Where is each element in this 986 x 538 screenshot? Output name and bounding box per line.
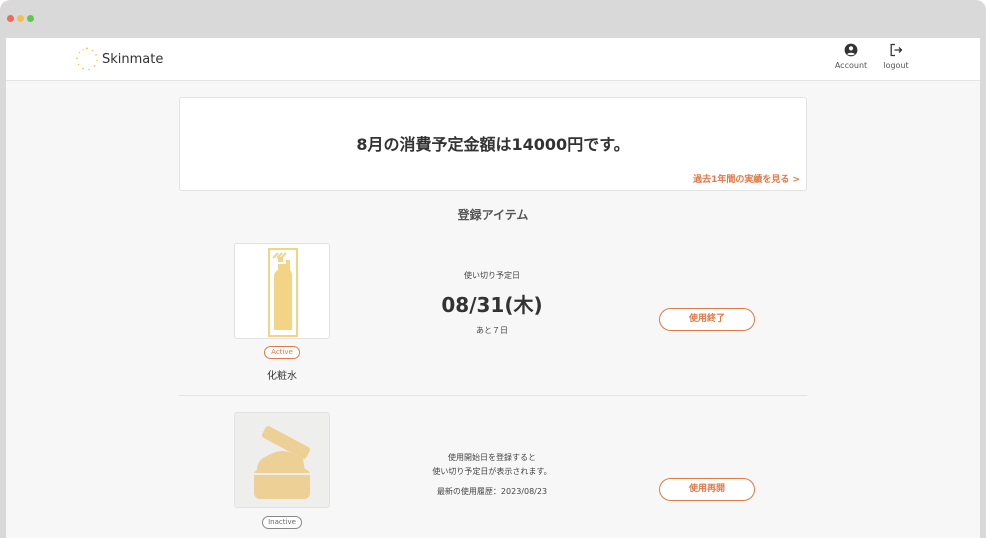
lotion-bottle-icon xyxy=(268,248,298,337)
history-link[interactable]: 過去1年間の実績を見る > xyxy=(693,172,800,185)
brand[interactable]: Skinmate xyxy=(74,46,163,72)
due-date-label: 使い切り予定日 xyxy=(464,271,520,280)
account-icon xyxy=(844,43,858,57)
logout-icon xyxy=(890,43,903,57)
item-divider xyxy=(179,395,807,396)
item-thumbnail-cream[interactable] xyxy=(234,412,330,508)
logout-label: logout xyxy=(883,61,909,70)
item-due-info: 使い切り予定日 08/31(木) あと７日 xyxy=(367,263,617,343)
window-controls xyxy=(7,15,34,22)
browser-window: Skinmate Account logout 8月の消費予定金額は14000円… xyxy=(0,0,986,538)
close-window-button[interactable] xyxy=(7,15,14,22)
account-nav[interactable]: Account xyxy=(831,43,871,70)
status-badge-inactive: Inactive xyxy=(262,516,302,529)
minimize-window-button[interactable] xyxy=(17,15,24,22)
end-use-button[interactable]: 使用終了 xyxy=(659,308,755,331)
budget-message: 8月の消費予定金額は14000円です。 xyxy=(356,135,630,154)
budget-card: 8月の消費予定金額は14000円です。 過去1年間の実績を見る > xyxy=(179,97,807,191)
info-line-2: 使い切り予定日が表示されます。 xyxy=(432,467,552,476)
logout-nav[interactable]: logout xyxy=(876,43,916,70)
days-remaining: あと７日 xyxy=(476,326,508,335)
account-label: Account xyxy=(834,61,868,70)
brand-name: Skinmate xyxy=(102,51,164,67)
resume-use-button[interactable]: 使用再開 xyxy=(659,478,755,501)
sparkle-logo-icon xyxy=(76,47,98,71)
cream-jar-icon xyxy=(254,426,311,499)
last-used-date: 最新の使用履歴：2023/08/23 xyxy=(436,487,548,496)
item-info: 使用開始日を登録すると 使い切り予定日が表示されます。 最新の使用履歴：2023… xyxy=(367,446,617,506)
section-title: 登録アイテム xyxy=(457,208,529,222)
status-badge-active: Active xyxy=(264,346,300,359)
item-name-lotion: 化粧水 xyxy=(267,371,297,382)
header-bar: Skinmate Account logout xyxy=(6,38,980,81)
zoom-window-button[interactable] xyxy=(27,15,34,22)
item-thumbnail-lotion[interactable] xyxy=(234,243,330,339)
page-viewport: Skinmate Account logout 8月の消費予定金額は14000円… xyxy=(6,38,980,538)
due-date: 08/31(木) xyxy=(441,293,543,317)
info-line-1: 使用開始日を登録すると xyxy=(448,453,536,462)
